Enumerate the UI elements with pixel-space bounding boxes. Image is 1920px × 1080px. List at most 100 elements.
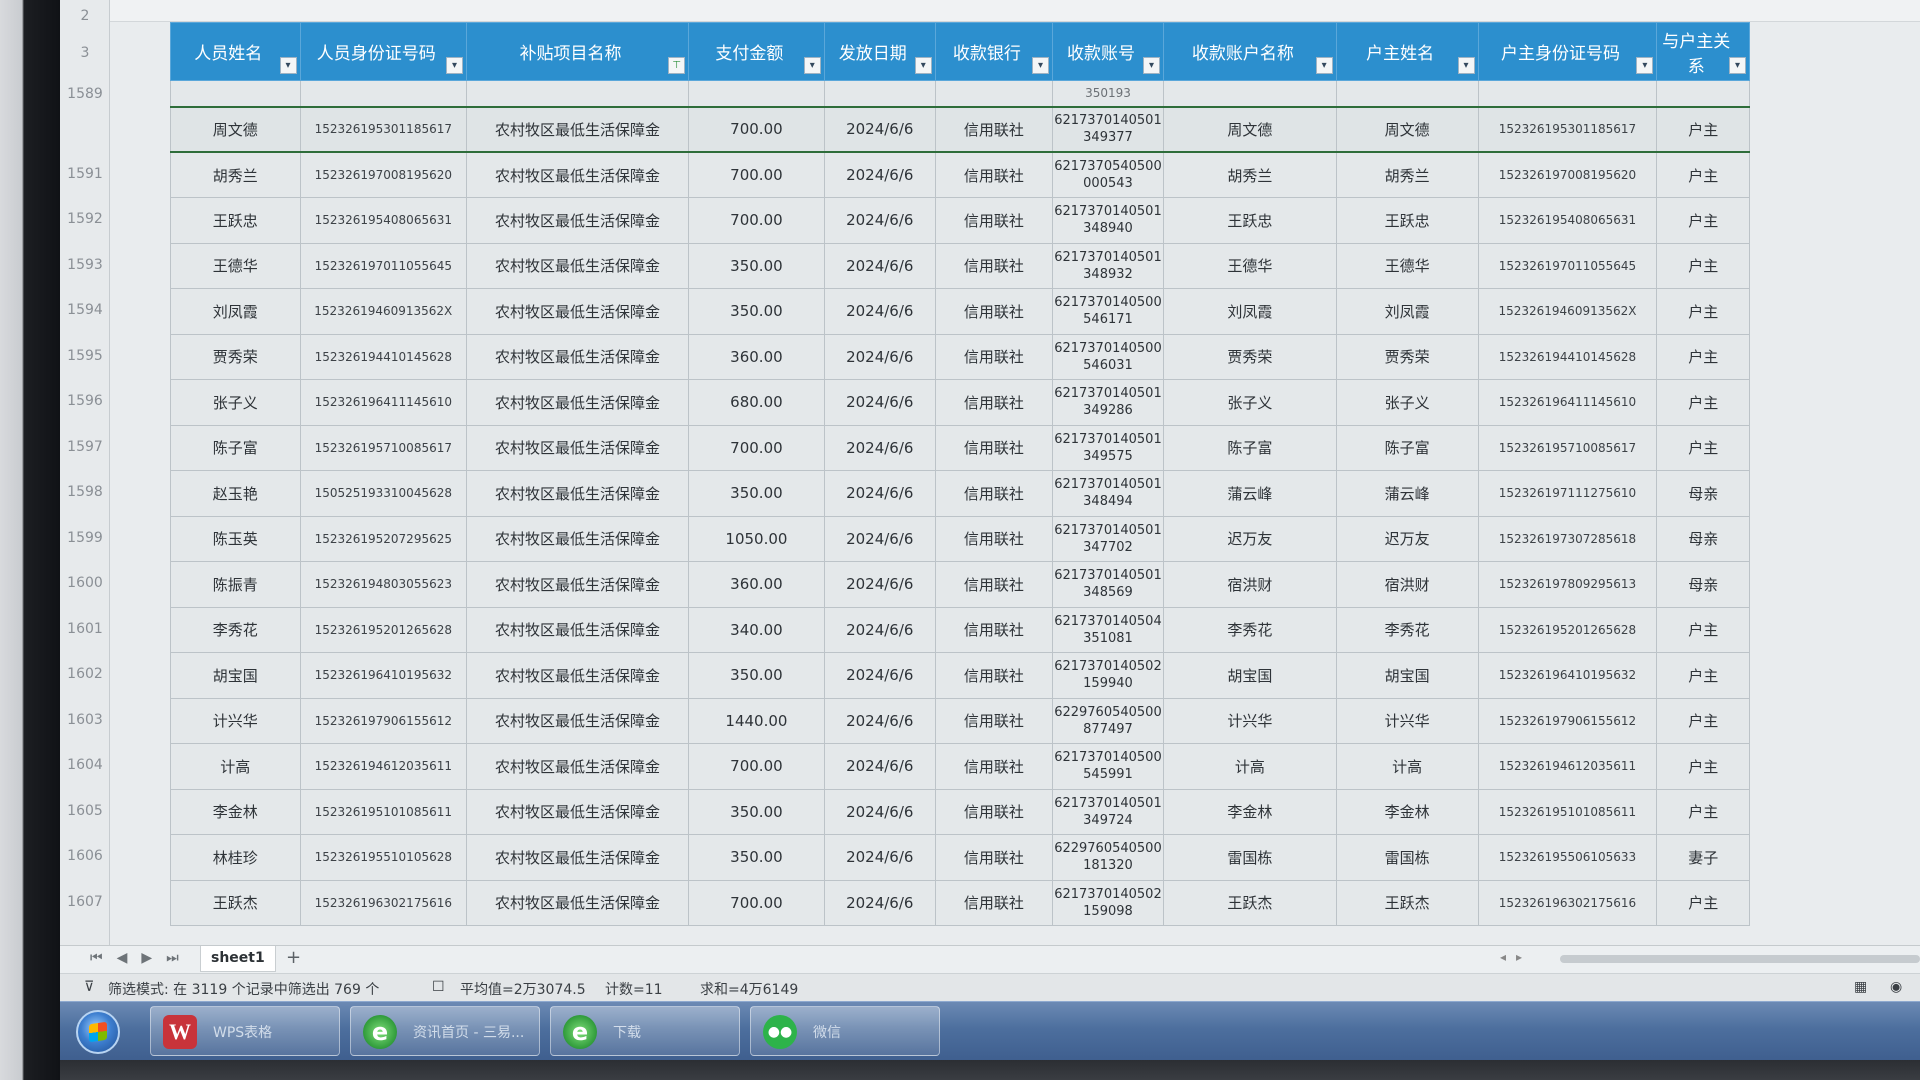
- table-cell[interactable]: 152326197906155612: [1477, 697, 1658, 744]
- table-row[interactable]: 350193: [170, 80, 1750, 107]
- table-cell[interactable]: 母亲: [1656, 470, 1750, 517]
- table-cell[interactable]: 信用联社: [934, 197, 1053, 244]
- table-cell[interactable]: 2024/6/6: [823, 879, 936, 926]
- table-cell[interactable]: 信用联社: [934, 424, 1053, 471]
- column-header[interactable]: 收款银行 ▾: [934, 22, 1053, 81]
- table-cell[interactable]: 王德华: [1335, 242, 1479, 289]
- filter-dropdown-icon[interactable]: ▾: [1636, 57, 1654, 74]
- taskbar-item-browser[interactable]: e 资讯首页 - 三易...: [350, 1006, 540, 1056]
- table-cell[interactable]: 6217370140501 349377: [1051, 105, 1164, 153]
- table-cell[interactable]: 赵玉艳: [170, 470, 301, 517]
- table-cell[interactable]: 刘凤霞: [1162, 288, 1337, 335]
- table-cell[interactable]: 农村牧区最低生活保障金: [466, 743, 690, 790]
- table-cell[interactable]: [466, 80, 690, 107]
- filter-dropdown-icon[interactable]: ▾: [279, 57, 297, 74]
- start-button[interactable]: [76, 1010, 120, 1054]
- table-cell[interactable]: 计兴华: [1162, 697, 1337, 744]
- table-cell[interactable]: 152326196302175616: [299, 879, 468, 926]
- table-cell[interactable]: 农村牧区最低生活保障金: [466, 606, 690, 653]
- table-cell[interactable]: 雷国栋: [1162, 834, 1337, 881]
- table-cell[interactable]: 农村牧区最低生活保障金: [466, 697, 690, 744]
- table-cell[interactable]: 15232619460913562X: [1477, 288, 1658, 335]
- table-cell[interactable]: 农村牧区最低生活保障金: [466, 379, 690, 426]
- table-row[interactable]: 李秀花 152326195201265628 农村牧区最低生活保障金 340.00 20…: [170, 606, 1750, 653]
- sheet-nav-arrows[interactable]: ⏮◀▶⏭: [90, 950, 193, 966]
- table-cell[interactable]: 张子义: [1162, 379, 1337, 426]
- table-cell[interactable]: [934, 80, 1053, 107]
- column-header[interactable]: 支付金额 ▾: [688, 22, 825, 81]
- table-cell[interactable]: 2024/6/6: [823, 242, 936, 289]
- table-cell[interactable]: 2024/6/6: [823, 561, 936, 608]
- table-cell[interactable]: 计高: [170, 743, 301, 790]
- table-cell[interactable]: 6217370540500 000543: [1051, 151, 1164, 198]
- table-cell[interactable]: 李金林: [170, 788, 301, 835]
- table-cell[interactable]: 2024/6/6: [823, 288, 936, 335]
- table-cell[interactable]: 350.00: [688, 470, 825, 517]
- row-number[interactable]: 1602: [60, 666, 110, 682]
- table-cell[interactable]: 农村牧区最低生活保障金: [466, 515, 690, 562]
- table-cell[interactable]: 152326197011055645: [299, 242, 468, 289]
- table-cell[interactable]: 户主: [1656, 288, 1750, 335]
- table-row[interactable]: 张子义 152326196411145610 农村牧区最低生活保障金 680.00 20…: [170, 379, 1750, 426]
- table-cell[interactable]: 6217370140500 546171: [1051, 288, 1164, 335]
- table-cell[interactable]: 152326195207295625: [299, 515, 468, 562]
- table-cell[interactable]: 信用联社: [934, 743, 1053, 790]
- table-cell[interactable]: 刘凤霞: [170, 288, 301, 335]
- table-cell[interactable]: 周文德: [170, 105, 301, 153]
- layout-view-icon[interactable]: ▦: [1854, 979, 1867, 995]
- table-cell[interactable]: 农村牧区最低生活保障金: [466, 288, 690, 335]
- row-number[interactable]: 1605: [60, 803, 110, 819]
- table-cell[interactable]: 农村牧区最低生活保障金: [466, 788, 690, 835]
- table-cell[interactable]: 700.00: [688, 879, 825, 926]
- table-cell[interactable]: 152326197111275610: [1477, 470, 1658, 517]
- table-cell[interactable]: 刘凤霞: [1335, 288, 1479, 335]
- table-cell[interactable]: 计兴华: [170, 697, 301, 744]
- table-cell[interactable]: 农村牧区最低生活保障金: [466, 879, 690, 926]
- table-cell[interactable]: 户主: [1656, 151, 1750, 198]
- table-cell[interactable]: 王跃杰: [1162, 879, 1337, 926]
- table-cell[interactable]: 农村牧区最低生活保障金: [466, 242, 690, 289]
- table-cell[interactable]: 6217370140501 347702: [1051, 515, 1164, 562]
- table-cell[interactable]: 152326195101085611: [299, 788, 468, 835]
- table-cell[interactable]: 陈玉英: [170, 515, 301, 562]
- table-cell[interactable]: 户主: [1656, 242, 1750, 289]
- table-cell[interactable]: 王跃杰: [1335, 879, 1479, 926]
- table-cell[interactable]: 陈子富: [1162, 424, 1337, 471]
- table-cell[interactable]: 6217370140501 348569: [1051, 561, 1164, 608]
- table-cell[interactable]: 王跃忠: [170, 197, 301, 244]
- row-number[interactable]: 1594: [60, 302, 110, 318]
- table-cell[interactable]: 迟万友: [1162, 515, 1337, 562]
- table-cell[interactable]: [1477, 80, 1658, 107]
- table-cell[interactable]: 152326197307285618: [1477, 515, 1658, 562]
- table-cell[interactable]: 1050.00: [688, 515, 825, 562]
- table-cell[interactable]: [1335, 80, 1479, 107]
- table-cell[interactable]: 李金林: [1335, 788, 1479, 835]
- table-row[interactable]: 陈玉英 152326195207295625 农村牧区最低生活保障金 1050.00 2…: [170, 515, 1750, 562]
- column-header[interactable]: 人员身份证号码 ▾: [299, 22, 468, 81]
- table-cell[interactable]: 152326196410195632: [299, 652, 468, 699]
- taskbar-item-download[interactable]: e 下载: [550, 1006, 740, 1056]
- table-cell[interactable]: 信用联社: [934, 652, 1053, 699]
- table-cell[interactable]: 户主: [1656, 652, 1750, 699]
- table-cell[interactable]: 6217370140502 159098: [1051, 879, 1164, 926]
- table-cell[interactable]: 蒲云峰: [1162, 470, 1337, 517]
- table-cell[interactable]: 张子义: [1335, 379, 1479, 426]
- table-cell[interactable]: 700.00: [688, 197, 825, 244]
- table-cell[interactable]: 2024/6/6: [823, 151, 936, 198]
- table-cell[interactable]: 王德华: [1162, 242, 1337, 289]
- table-cell[interactable]: 母亲: [1656, 561, 1750, 608]
- table-cell[interactable]: 贾秀荣: [1335, 333, 1479, 380]
- table-cell[interactable]: 计兴华: [1335, 697, 1479, 744]
- table-cell[interactable]: 152326196411145610: [299, 379, 468, 426]
- table-cell[interactable]: 信用联社: [934, 105, 1053, 153]
- row-number[interactable]: 1607: [60, 894, 110, 910]
- table-cell[interactable]: 王跃忠: [1335, 197, 1479, 244]
- table-cell[interactable]: 户主: [1656, 105, 1750, 153]
- table-cell[interactable]: 6217370140501 348940: [1051, 197, 1164, 244]
- table-cell[interactable]: 6217370140501 349286: [1051, 379, 1164, 426]
- filter-dropdown-icon[interactable]: ▾: [1729, 57, 1746, 74]
- row-number[interactable]: 1601: [60, 621, 110, 637]
- table-row[interactable]: 刘凤霞 15232619460913562X 农村牧区最低生活保障金 350.00 20…: [170, 288, 1750, 335]
- table-cell[interactable]: 雷国栋: [1335, 834, 1479, 881]
- table-cell[interactable]: 户主: [1656, 424, 1750, 471]
